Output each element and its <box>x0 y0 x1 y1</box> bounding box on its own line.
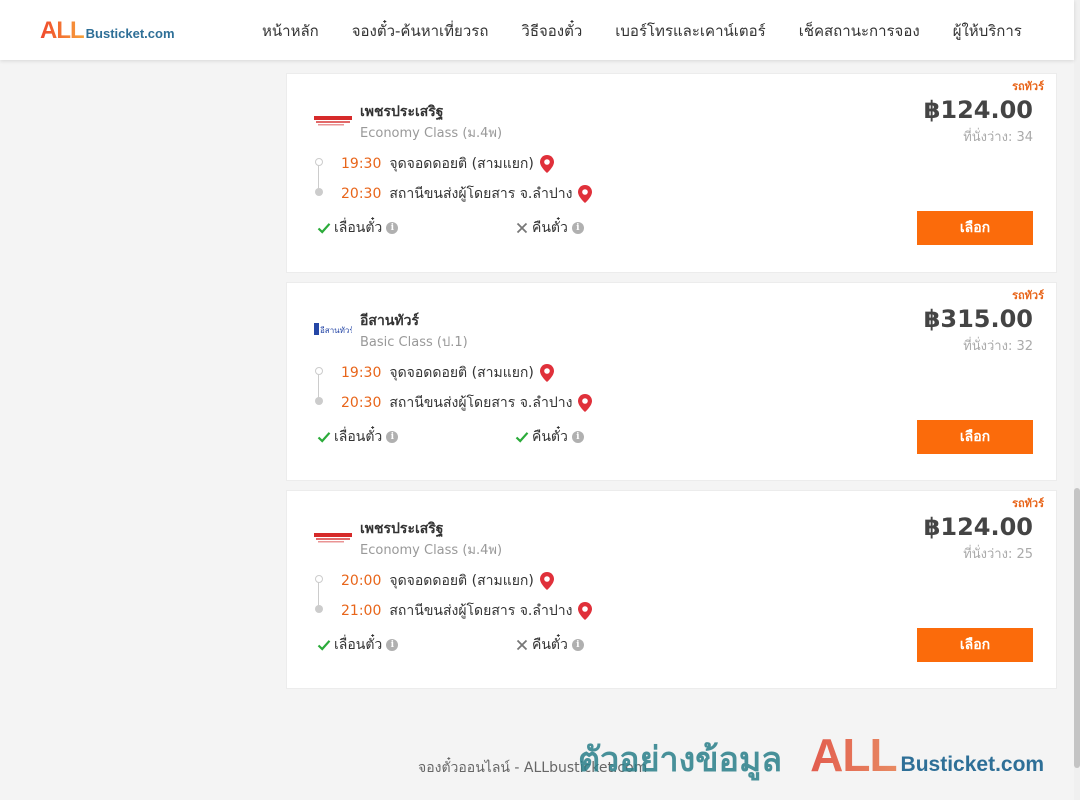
departure-stop: 19:30 จุดจอดดอยติ (สามแยก) <box>341 362 554 384</box>
watermark-all-text: ALL <box>810 729 897 781</box>
isan-tour-logo: อีสานทัวร์ <box>314 321 354 335</box>
refund-policy: คืนตั๋ว i <box>515 426 584 448</box>
bus-class: Economy Class (ม.4พ) <box>360 126 503 141</box>
select-trip-button[interactable]: เลือก <box>917 211 1033 245</box>
main-nav: หน้าหลัก จองตั๋ว-ค้นหาเที่ยวรถ วิธีจองตั… <box>262 19 1022 43</box>
ticket-price: ฿124.00 <box>923 96 1033 124</box>
departure-stop: 19:30 จุดจอดดอยติ (สามแยก) <box>341 153 554 175</box>
phetprasert-logo <box>314 112 352 126</box>
arrival-stop: 21:00 สถานีขนส่งผู้โดยสาร จ.ลำปาง <box>341 600 593 622</box>
refund-policy: คืนตั๋ว i <box>515 634 584 656</box>
map-pin-icon[interactable] <box>539 364 554 382</box>
info-icon[interactable]: i <box>571 431 584 443</box>
arrival-stop: 20:30 สถานีขนส่งผู้โดยสาร จ.ลำปาง <box>341 183 593 205</box>
reschedule-policy: เลื่อนตั๋ว i <box>317 426 399 448</box>
trip-card: รถทัวร์เพชรประเสริฐ Economy Class (ม.4พ) ฿… <box>286 490 1057 689</box>
info-icon[interactable]: i <box>386 431 399 443</box>
nav-book-search[interactable]: จองตั๋ว-ค้นหาเที่ยวรถ <box>352 19 489 43</box>
reschedule-label: เลื่อนตั๋ว <box>334 637 383 653</box>
trip-card: รถทัวร์ อีสานทัวร์ อีสานทัวร์ Basic Class (… <box>286 282 1057 481</box>
select-trip-button[interactable]: เลือก <box>917 420 1033 454</box>
operator-name: เพชรประเสริฐ <box>360 521 444 537</box>
departure-place: จุดจอดดอยติ (สามแยก) <box>389 156 534 172</box>
seats-available: ที่นั่งว่าง: 32 <box>963 339 1033 354</box>
arrival-place: สถานีขนส่งผู้โดยสาร จ.ลำปาง <box>389 395 573 411</box>
nav-how-to-book[interactable]: วิธีจองตั๋ว <box>521 19 582 43</box>
vehicle-type-tag: รถทัวร์ <box>1012 497 1044 510</box>
nav-operators[interactable]: ผู้ให้บริการ <box>953 19 1022 43</box>
seats-available: ที่นั่งว่าง: 25 <box>963 547 1033 562</box>
arrival-stop: 20:30 สถานีขนส่งผู้โดยสาร จ.ลำปาง <box>341 392 593 414</box>
reschedule-policy: เลื่อนตั๋ว i <box>317 634 399 656</box>
departure-place: จุดจอดดอยติ (สามแยก) <box>389 365 534 381</box>
nav-phone-counters[interactable]: เบอร์โทรและเคาน์เตอร์ <box>615 19 765 43</box>
refund-label: คืนตั๋ว <box>532 429 568 445</box>
departure-place: จุดจอดดอยติ (สามแยก) <box>389 573 534 589</box>
phetprasert-logo <box>314 529 352 543</box>
arrival-dot <box>315 605 323 613</box>
logo-busticket-text: Busticket.com <box>85 26 175 41</box>
nav-home[interactable]: หน้าหลัก <box>262 19 319 43</box>
map-pin-icon[interactable] <box>539 572 554 590</box>
arrival-time: 21:00 <box>341 603 382 619</box>
site-header: ALL Busticket.com หน้าหลัก จองตั๋ว-ค้นหา… <box>0 0 1074 60</box>
cross-icon <box>515 221 529 235</box>
site-logo[interactable]: ALL Busticket.com <box>40 17 175 45</box>
reschedule-policy: เลื่อนตั๋ว i <box>317 217 399 239</box>
info-icon[interactable]: i <box>386 222 399 234</box>
arrival-dot <box>315 397 323 405</box>
departure-time: 20:00 <box>341 573 382 589</box>
arrival-place: สถานีขนส่งผู้โดยสาร จ.ลำปาง <box>389 603 573 619</box>
arrival-dot <box>315 188 323 196</box>
arrival-place: สถานีขนส่งผู้โดยสาร จ.ลำปาง <box>389 186 573 202</box>
page-scrollbar[interactable] <box>1074 0 1080 800</box>
bus-class: Economy Class (ม.4พ) <box>360 543 503 558</box>
check-icon <box>317 638 331 652</box>
reschedule-label: เลื่อนตั๋ว <box>334 220 383 236</box>
departure-dot <box>315 575 323 583</box>
departure-dot <box>315 367 323 375</box>
arrival-time: 20:30 <box>341 395 382 411</box>
trip-card: รถทัวร์เพชรประเสริฐ Economy Class (ม.4พ) ฿… <box>286 73 1057 273</box>
check-icon <box>317 430 331 444</box>
operator-name: อีสานทัวร์ <box>360 313 419 329</box>
reschedule-label: เลื่อนตั๋ว <box>334 429 383 445</box>
bus-class: Basic Class (ป.1) <box>360 335 468 350</box>
watermark-busticket-text: Busticket.com <box>900 753 1045 776</box>
info-icon[interactable]: i <box>571 222 584 234</box>
operator-name: เพชรประเสริฐ <box>360 104 444 120</box>
cross-icon <box>515 638 529 652</box>
departure-time: 19:30 <box>341 365 382 381</box>
info-icon[interactable]: i <box>571 639 584 651</box>
map-pin-icon[interactable] <box>578 185 593 203</box>
refund-label: คืนตั๋ว <box>532 220 568 236</box>
departure-dot <box>315 158 323 166</box>
refund-policy: คืนตั๋ว i <box>515 217 584 239</box>
departure-stop: 20:00 จุดจอดดอยติ (สามแยก) <box>341 570 554 592</box>
refund-label: คืนตั๋ว <box>532 637 568 653</box>
ticket-price: ฿315.00 <box>923 305 1033 333</box>
departure-time: 19:30 <box>341 156 382 172</box>
map-pin-icon[interactable] <box>539 155 554 173</box>
logo-all-text: ALL <box>40 17 85 44</box>
seats-available: ที่นั่งว่าง: 34 <box>963 130 1033 145</box>
check-icon <box>317 221 331 235</box>
watermark-thai-text: ตัวอย่างข้อมูล <box>578 740 783 780</box>
scrollbar-thumb[interactable] <box>1074 488 1080 768</box>
map-pin-icon[interactable] <box>578 394 593 412</box>
svg-text:อีสานทัวร์: อีสานทัวร์ <box>320 325 352 335</box>
nav-check-booking[interactable]: เช็คสถานะการจอง <box>799 19 920 43</box>
sample-data-watermark: ตัวอย่างข้อมูล ALL Busticket.com <box>578 728 1044 786</box>
select-trip-button[interactable]: เลือก <box>917 628 1033 662</box>
vehicle-type-tag: รถทัวร์ <box>1012 80 1044 93</box>
ticket-price: ฿124.00 <box>923 513 1033 541</box>
map-pin-icon[interactable] <box>578 602 593 620</box>
vehicle-type-tag: รถทัวร์ <box>1012 289 1044 302</box>
check-icon <box>515 430 529 444</box>
info-icon[interactable]: i <box>386 639 399 651</box>
arrival-time: 20:30 <box>341 186 382 202</box>
